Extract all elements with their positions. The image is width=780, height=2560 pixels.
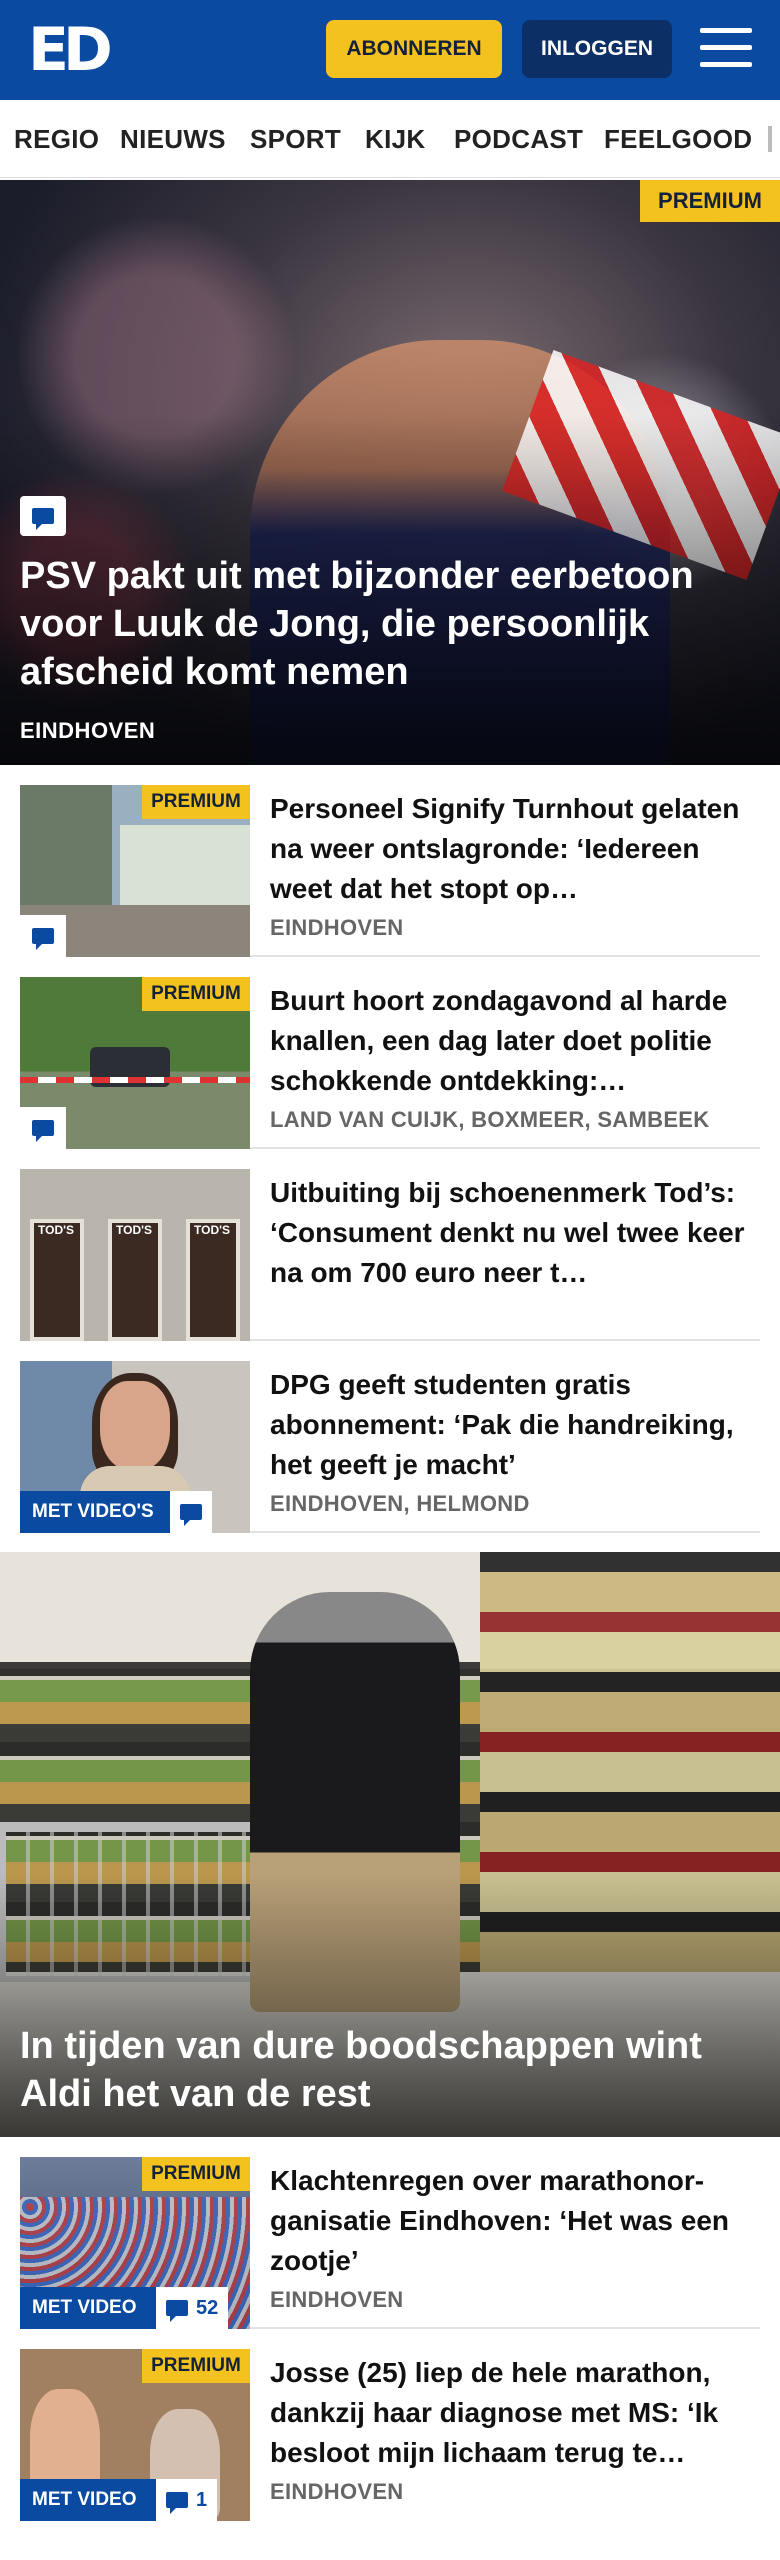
thumbnail-sign-text: TOD'S	[116, 1223, 152, 1237]
hero-title[interactable]: PSV pakt uit met bijzonder eerbetoon voo…	[20, 552, 760, 696]
nav-item-feelgood[interactable]: FEELGOOD	[604, 124, 752, 155]
list-item[interactable]: PREMIUM Personeel Signify Turnhout gelat…	[20, 785, 760, 957]
comment-icon	[166, 2492, 188, 2514]
article-title[interactable]: Personeel Signify Turnhout gelaten na we…	[270, 789, 760, 909]
article-title[interactable]: DPG geeft studenten gratis abonnement: ‘…	[270, 1365, 760, 1485]
hamburger-menu-icon[interactable]	[700, 28, 752, 70]
list-item[interactable]: PREMIUM MET VIDEO 1 Josse (25) liep de h…	[20, 2349, 760, 2521]
comment-count	[170, 1491, 212, 1533]
section-nav: REGIO NIEUWS SPORT KIJK PODCAST FEELGOOD	[0, 100, 780, 178]
article-thumbnail: PREMIUM	[20, 977, 250, 1149]
nav-overflow-indicator	[768, 126, 772, 152]
article-thumbnail: PREMIUM MET VIDEO 1	[20, 2349, 250, 2521]
comment-count-value: 52	[196, 2296, 219, 2319]
article-title[interactable]: Klachtenregen over marathonor­ganisatie …	[270, 2161, 760, 2281]
subscribe-button[interactable]: ABONNEREN	[326, 20, 502, 78]
list-item[interactable]: MET VIDEO'S DPG geeft studenten gratis a…	[20, 1361, 760, 1533]
comment-icon	[166, 2300, 188, 2322]
video-badge: MET VIDEO	[20, 2287, 156, 2329]
hero-region: EINDHOVEN	[20, 718, 156, 743]
list-item[interactable]: PREMIUM MET VIDEO 52 Klachtenregen over …	[20, 2157, 760, 2329]
nav-item-kijk[interactable]: KIJK	[365, 124, 425, 155]
nav-item-nieuws[interactable]: NIEUWS	[120, 124, 226, 155]
video-badge: MET VIDEO'S	[20, 1491, 170, 1533]
feature-article[interactable]: In tijden van dure boodschappen wint Ald…	[0, 1552, 780, 2137]
top-bar: ED ABONNEREN INLOGGEN	[0, 0, 780, 100]
premium-badge: PREMIUM	[142, 785, 250, 819]
article-thumbnail: MET VIDEO'S	[20, 1361, 250, 1533]
article-region: EINDHOVEN	[270, 2287, 404, 2312]
thumbnail-sign-text: TOD'S	[194, 1223, 230, 1237]
article-thumbnail: PREMIUM	[20, 785, 250, 957]
comment-count: 52	[156, 2287, 229, 2329]
article-thumbnail: PREMIUM MET VIDEO 52	[20, 2157, 250, 2329]
comment-icon	[20, 496, 66, 536]
comment-icon	[20, 1107, 66, 1149]
nav-item-regio[interactable]: REGIO	[14, 124, 99, 155]
ed-logo[interactable]: ED	[28, 18, 118, 82]
article-region: EINDHOVEN, HELMOND	[270, 1491, 530, 1516]
comment-count: 1	[156, 2479, 218, 2521]
comment-count-value: 1	[196, 2488, 208, 2511]
article-region: EINDHOVEN	[270, 915, 404, 940]
login-button[interactable]: INLOGGEN	[522, 20, 672, 78]
article-title[interactable]: Josse (25) liep de hele marathon, dankzi…	[270, 2353, 760, 2473]
article-region: EINDHOVEN	[270, 2479, 404, 2504]
premium-badge: PREMIUM	[640, 180, 780, 222]
thumbnail-sign-text: TOD'S	[38, 1223, 74, 1237]
comment-icon	[180, 1504, 202, 1526]
article-title[interactable]: Uitbuiting bij schoenenmerk Tod’s: ‘Cons…	[270, 1173, 760, 1293]
nav-item-podcast[interactable]: PODCAST	[454, 124, 583, 155]
video-badge: MET VIDEO	[20, 2479, 156, 2521]
premium-badge: PREMIUM	[142, 977, 250, 1011]
nav-item-sport[interactable]: SPORT	[250, 124, 341, 155]
premium-badge: PREMIUM	[142, 2157, 250, 2191]
comment-icon	[20, 915, 66, 957]
feature-title[interactable]: In tijden van dure boodschappen wint Ald…	[20, 2022, 760, 2118]
article-title[interactable]: Buurt hoort zondagavond al harde knallen…	[270, 981, 760, 1101]
hero-article[interactable]: PREMIUM PSV pakt uit met bijzonder eerbe…	[0, 180, 780, 765]
article-thumbnail: TOD'S TOD'S TOD'S	[20, 1169, 250, 1341]
list-item[interactable]: TOD'S TOD'S TOD'S Uitbuiting bij schoene…	[20, 1169, 760, 1341]
list-item[interactable]: PREMIUM Buurt hoort zondagavond al harde…	[20, 977, 760, 1149]
article-region: LAND VAN CUIJK, BOXMEER, SAMBEEK	[270, 1107, 710, 1132]
premium-badge: PREMIUM	[142, 2349, 250, 2383]
